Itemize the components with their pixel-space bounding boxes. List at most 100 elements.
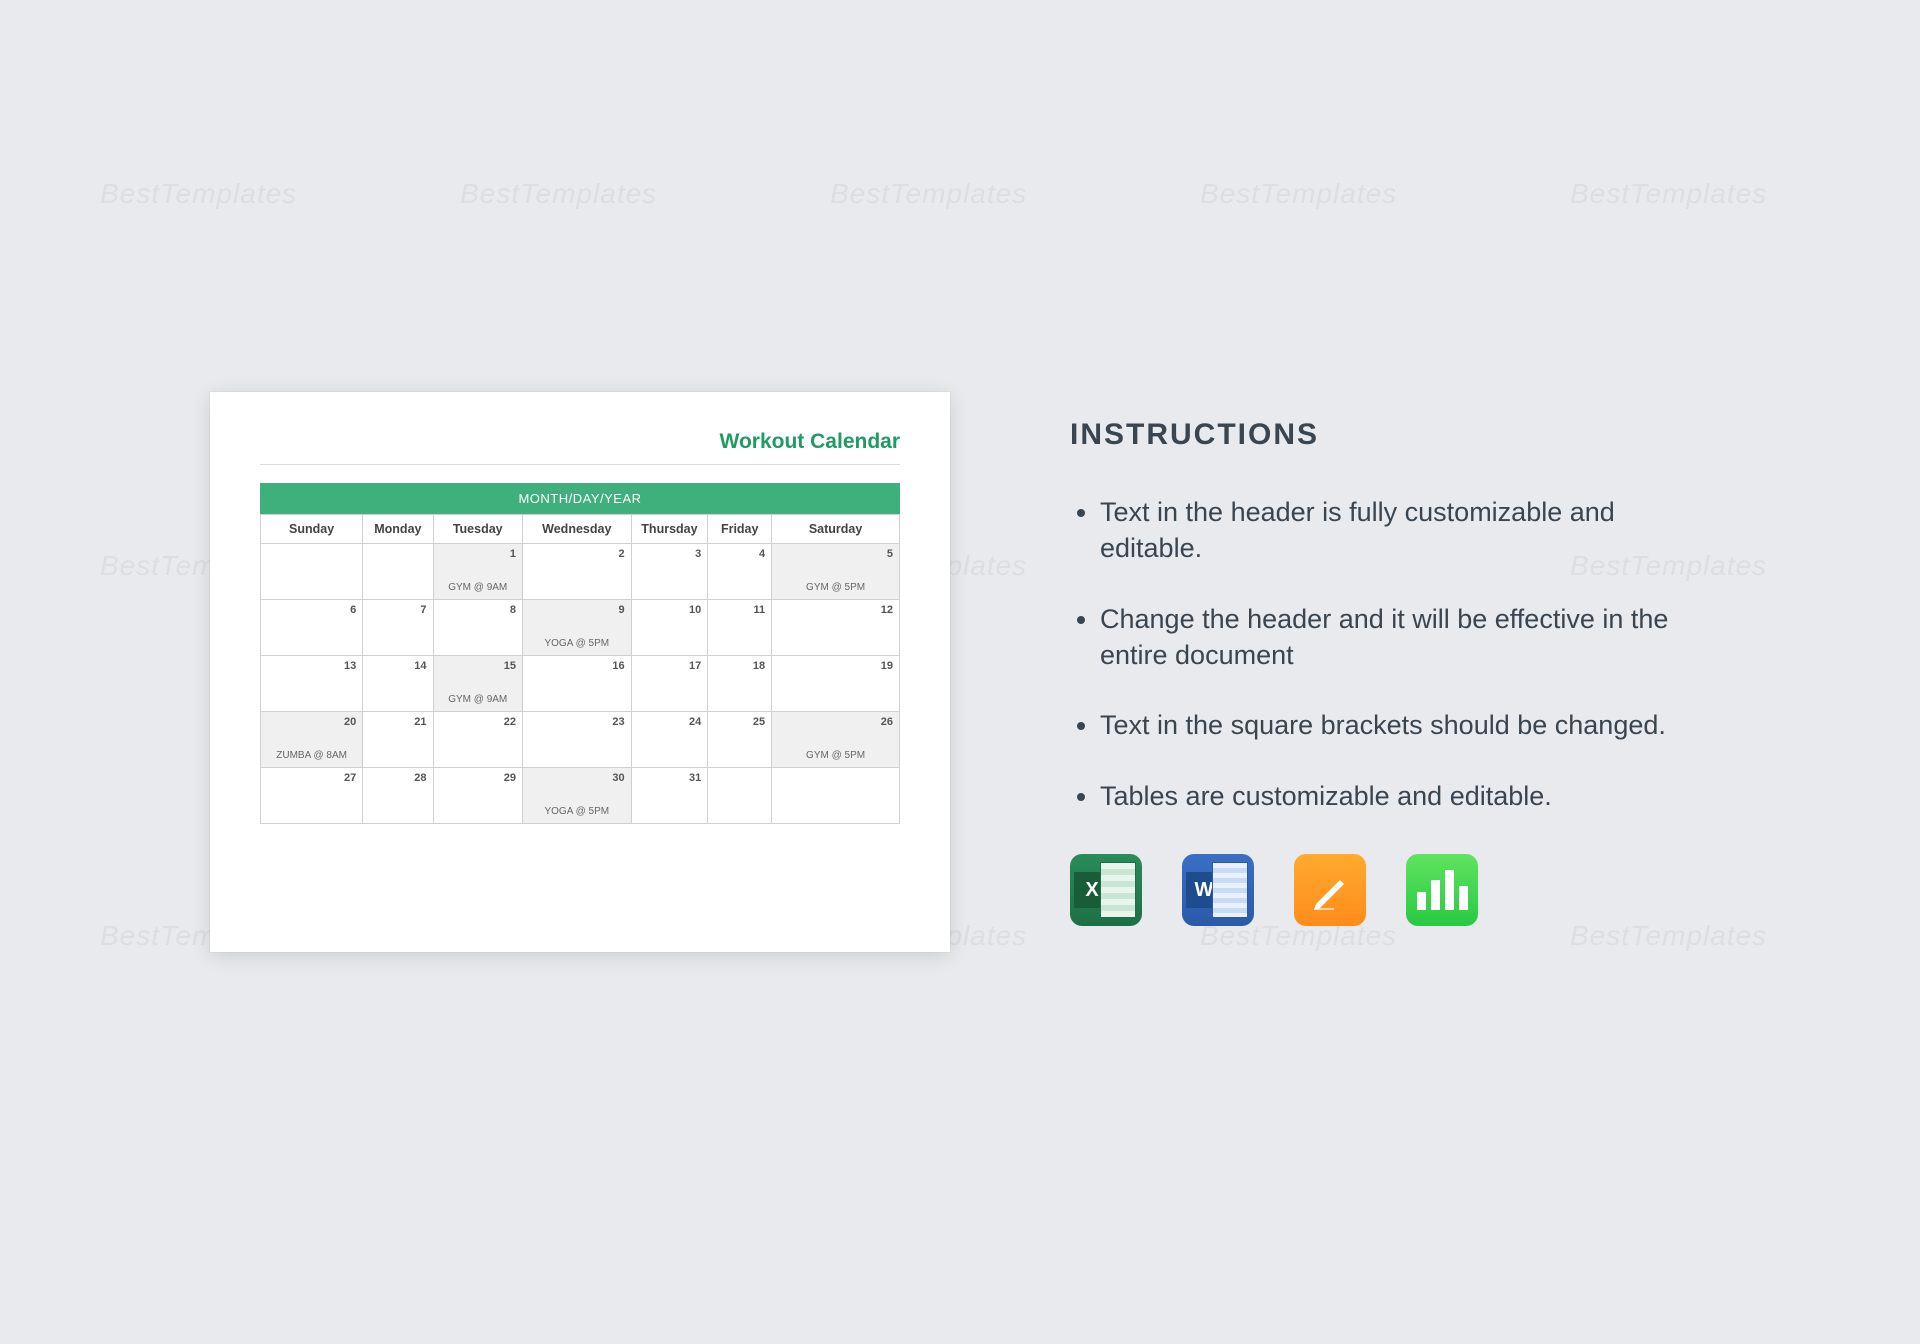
day-number: 26 <box>881 716 893 728</box>
calendar-cell: 3 <box>631 544 708 600</box>
page-container: Workout Calendar MONTH/DAY/YEAR Sunday M… <box>0 0 1920 1344</box>
calendar-event: GYM @ 9AM <box>434 694 522 705</box>
day-header: Wednesday <box>522 515 631 544</box>
day-number: 9 <box>618 604 624 616</box>
day-number: 21 <box>414 716 426 728</box>
day-number: 27 <box>344 772 356 784</box>
calendar-cell: 19 <box>772 656 900 712</box>
instruction-item: Text in the square brackets should be ch… <box>1100 707 1710 743</box>
day-number: 31 <box>689 772 701 784</box>
calendar-cell: 13 <box>261 656 363 712</box>
calendar-event: YOGA @ 5PM <box>523 638 631 649</box>
calendar-cell: 18 <box>708 656 772 712</box>
day-number: 28 <box>414 772 426 784</box>
day-number: 16 <box>612 660 624 672</box>
calendar-cell <box>261 544 363 600</box>
calendar-event: GYM @ 9AM <box>434 582 522 593</box>
calendar-cell: 8 <box>433 600 522 656</box>
calendar-cell <box>708 768 772 824</box>
calendar-cell: 4 <box>708 544 772 600</box>
word-badge: W <box>1186 872 1222 908</box>
instructions-title: INSTRUCTIONS <box>1070 418 1710 452</box>
day-number: 6 <box>350 604 356 616</box>
day-number: 14 <box>414 660 426 672</box>
day-header: Friday <box>708 515 772 544</box>
calendar-cell: 7 <box>363 600 433 656</box>
template-preview: Workout Calendar MONTH/DAY/YEAR Sunday M… <box>210 392 950 952</box>
calendar-cell: 26 GYM @ 5PM <box>772 712 900 768</box>
word-icon: W <box>1182 854 1254 926</box>
calendar-cell: 15 GYM @ 9AM <box>433 656 522 712</box>
calendar-row: 20 ZUMBA @ 8AM 21 22 23 24 25 26 GYM @ 5PM <box>261 712 900 768</box>
day-number: 12 <box>881 604 893 616</box>
day-number: 22 <box>504 716 516 728</box>
calendar-row: 13 14 15 GYM @ 9AM 16 17 18 19 <box>261 656 900 712</box>
day-header: Saturday <box>772 515 900 544</box>
day-number: 18 <box>753 660 765 672</box>
calendar-event: GYM @ 5PM <box>772 750 899 761</box>
calendar-cell: 5GYM @ 5PM <box>772 544 900 600</box>
calendar-cell: 11 <box>708 600 772 656</box>
calendar-cell: 30 YOGA @ 5PM <box>522 768 631 824</box>
numbers-icon <box>1406 854 1478 926</box>
calendar-cell: 28 <box>363 768 433 824</box>
day-number: 15 <box>504 660 516 672</box>
day-number: 17 <box>689 660 701 672</box>
calendar-event: ZUMBA @ 8AM <box>261 750 362 761</box>
calendar-cell <box>363 544 433 600</box>
day-number: 30 <box>612 772 624 784</box>
excel-icon: X <box>1070 854 1142 926</box>
document-title: Workout Calendar <box>260 430 900 465</box>
calendar-cell: 9 YOGA @ 5PM <box>522 600 631 656</box>
calendar-cell: 17 <box>631 656 708 712</box>
pen-icon <box>1310 870 1350 910</box>
day-number: 13 <box>344 660 356 672</box>
calendar-cell: 31 <box>631 768 708 824</box>
day-header: Monday <box>363 515 433 544</box>
instructions-list: Text in the header is fully customizable… <box>1070 494 1710 815</box>
calendar-event: YOGA @ 5PM <box>523 806 631 817</box>
bars-icon <box>1417 870 1468 910</box>
pages-icon <box>1294 854 1366 926</box>
calendar-cell <box>772 768 900 824</box>
day-number: 5 <box>887 548 893 560</box>
day-number: 23 <box>612 716 624 728</box>
calendar-cell: 10 <box>631 600 708 656</box>
calendar-cell: 24 <box>631 712 708 768</box>
day-header: Tuesday <box>433 515 522 544</box>
calendar-cell: 22 <box>433 712 522 768</box>
calendar-cell: 16 <box>522 656 631 712</box>
day-header: Thursday <box>631 515 708 544</box>
day-header: Sunday <box>261 515 363 544</box>
day-number: 29 <box>504 772 516 784</box>
day-number: 2 <box>618 548 624 560</box>
calendar-cell: 25 <box>708 712 772 768</box>
day-number: 19 <box>881 660 893 672</box>
calendar-cell: 1 GYM @ 9AM <box>433 544 522 600</box>
calendar-row: 6 78 9 YOGA @ 5PM 10 11 12 <box>261 600 900 656</box>
day-number: 25 <box>753 716 765 728</box>
calendar-cell: 2 <box>522 544 631 600</box>
format-icons-row: X W <box>1070 854 1710 926</box>
calendar-cell: 14 <box>363 656 433 712</box>
calendar-cell: 23 <box>522 712 631 768</box>
calendar-row: 27 28 29 30 YOGA @ 5PM 31 <box>261 768 900 824</box>
calendar-row: 1 GYM @ 9AM 2 3 4 5GYM @ 5PM <box>261 544 900 600</box>
calendar-cell: 20 ZUMBA @ 8AM <box>261 712 363 768</box>
calendar-banner: MONTH/DAY/YEAR <box>260 483 900 514</box>
day-number: 10 <box>689 604 701 616</box>
day-number: 11 <box>754 604 766 616</box>
excel-badge: X <box>1074 872 1110 908</box>
calendar-cell: 21 <box>363 712 433 768</box>
calendar-cell: 27 <box>261 768 363 824</box>
day-number: 7 <box>420 604 426 616</box>
day-number: 3 <box>695 548 701 560</box>
day-number: 4 <box>759 548 765 560</box>
calendar-header-row: Sunday Monday Tuesday Wednesday Thursday… <box>261 515 900 544</box>
instructions-panel: INSTRUCTIONS Text in the header is fully… <box>1070 418 1710 927</box>
day-number: 1 <box>510 548 516 560</box>
calendar-table: Sunday Monday Tuesday Wednesday Thursday… <box>260 514 900 824</box>
day-number: 24 <box>689 716 701 728</box>
calendar-cell: 29 <box>433 768 522 824</box>
day-number: 20 <box>344 716 356 728</box>
